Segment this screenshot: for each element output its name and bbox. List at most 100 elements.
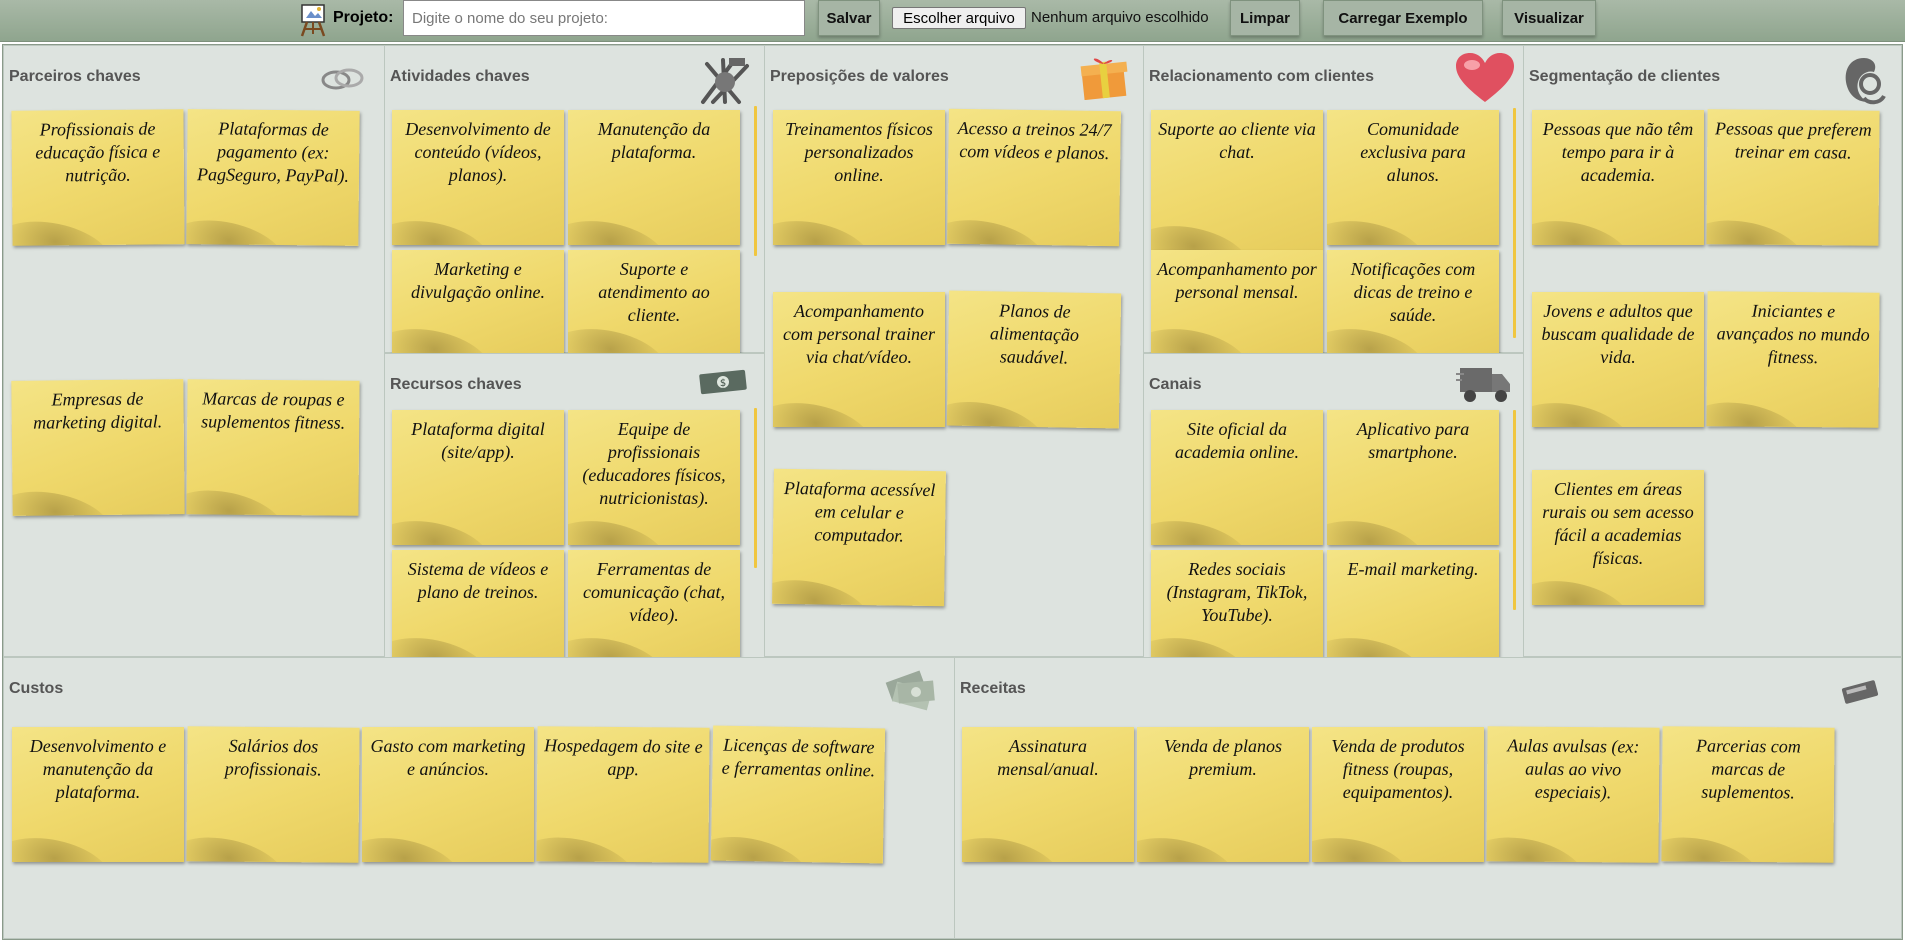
- choose-file-button[interactable]: Escolher arquivo: [892, 7, 1026, 29]
- card-reader-icon: [1839, 676, 1881, 706]
- truck-icon: [1456, 362, 1512, 406]
- business-model-canvas: Parceiros chaves Profissionais de educaç…: [2, 44, 1903, 940]
- sticky-note[interactable]: Suporte e atendimento ao cliente.: [568, 250, 740, 353]
- sticky-note[interactable]: Acompanhamento por personal mensal.: [1151, 250, 1323, 353]
- sticky-note-text: Equipe de profissionais (educadores físi…: [582, 419, 726, 508]
- cash-stack-icon: [882, 668, 940, 716]
- block-customer-relationships: Relacionamento com clientes Suporte ao c…: [1143, 45, 1524, 353]
- sticky-note-text: Planos de alimentação saudável.: [989, 300, 1080, 368]
- sticky-note-text: Pessoas que preferem treinar em casa.: [1715, 118, 1872, 163]
- sticky-note-text: Acompanhamento por personal mensal.: [1157, 259, 1317, 302]
- sticky-note-text: Assinatura mensal/anual.: [997, 736, 1099, 779]
- block-title: Custos: [9, 680, 64, 697]
- file-status-text: Nenhum arquivo escolhido: [1031, 9, 1209, 26]
- svg-text:$: $: [720, 378, 726, 389]
- sticky-note-text: Profissionais de educação física e nutri…: [35, 118, 161, 186]
- sticky-note-text: Ferramentas de comunicação (chat, vídeo)…: [583, 559, 725, 625]
- sticky-note[interactable]: Venda de planos premium.: [1137, 727, 1309, 862]
- sticky-note-text: Licenças de software e ferramentas onlin…: [721, 734, 876, 781]
- save-button[interactable]: Salvar: [818, 0, 880, 36]
- sticky-note-text: Suporte e atendimento ao cliente.: [598, 259, 710, 325]
- sticky-note[interactable]: Assinatura mensal/anual.: [962, 727, 1134, 862]
- sticky-note[interactable]: Notificações com dicas de treino e saúde…: [1327, 250, 1499, 353]
- sticky-note[interactable]: Plataforma acessível em celular e comput…: [772, 468, 946, 607]
- sticky-note-text: Acompanhamento com personal trainer via …: [783, 301, 935, 367]
- block-channels: Canais Site oficial da academia online. …: [1143, 353, 1524, 687]
- sticky-note[interactable]: Suporte ao cliente via chat.: [1151, 110, 1323, 250]
- sticky-note[interactable]: Venda de produtos fitness (roupas, equip…: [1312, 727, 1484, 862]
- sticky-note[interactable]: Iniciantes e avançados no mundo fitness.: [1706, 291, 1880, 428]
- sticky-note-text: Suporte ao cliente via chat.: [1158, 119, 1316, 162]
- sticky-note[interactable]: Gasto com marketing e anúncios.: [362, 727, 534, 862]
- sticky-note[interactable]: Sistema de vídeos e plano de treinos.: [392, 550, 564, 662]
- view-button[interactable]: Visualizar: [1502, 0, 1596, 36]
- clear-button[interactable]: Limpar: [1230, 0, 1300, 36]
- sticky-note-text: Treinamentos físicos personalizados onli…: [785, 119, 933, 185]
- scrollbar[interactable]: [754, 106, 757, 256]
- sticky-note-text: Manutenção da plataforma.: [597, 119, 711, 162]
- sticky-note[interactable]: Plataformas de pagamento (ex: PagSeguro,…: [186, 109, 360, 246]
- sticky-note-text: Pessoas que não têm tempo para ir à acad…: [1542, 119, 1694, 185]
- sticky-note[interactable]: Marcas de roupas e suplementos fitness.: [186, 379, 360, 516]
- sticky-note[interactable]: Ferramentas de comunicação (chat, vídeo)…: [568, 550, 740, 662]
- sticky-note[interactable]: Pessoas que preferem treinar em casa.: [1706, 109, 1880, 246]
- sticky-note[interactable]: Licenças de software e ferramentas onlin…: [710, 725, 886, 864]
- sticky-note[interactable]: Desenvolvimento de conteúdo (vídeos, pla…: [392, 110, 564, 245]
- sticky-note[interactable]: Hospedagem do site e app.: [536, 726, 710, 863]
- mother-child-icon: [1838, 54, 1890, 106]
- sticky-note[interactable]: Aulas avulsas (ex: aulas ao vivo especia…: [1486, 726, 1660, 863]
- sticky-note-text: Empresas de marketing digital.: [33, 388, 163, 433]
- sticky-note[interactable]: Comunidade exclusiva para alunos.: [1327, 110, 1499, 245]
- sticky-note-text: Sistema de vídeos e plano de treinos.: [407, 559, 549, 602]
- scrollbar[interactable]: [1513, 410, 1516, 610]
- sticky-note-text: Plataforma digital (site/app).: [411, 419, 545, 462]
- block-title: Segmentação de clientes: [1529, 68, 1721, 85]
- scrollbar[interactable]: [1513, 108, 1516, 338]
- scrollbar[interactable]: [754, 408, 757, 568]
- sticky-note-text: Acesso a treinos 24/7 com vídeos e plano…: [957, 117, 1112, 164]
- tools-icon: [693, 52, 757, 106]
- sticky-note[interactable]: Empresas de marketing digital.: [11, 379, 185, 516]
- sticky-note[interactable]: Marketing e divulgação online.: [392, 250, 564, 353]
- sticky-note[interactable]: Plataforma digital (site/app).: [392, 410, 564, 545]
- sticky-note[interactable]: Desenvolvimento e manutenção da platafor…: [12, 727, 184, 862]
- sticky-note-text: Comunidade exclusiva para alunos.: [1360, 119, 1466, 185]
- block-title: Parceiros chaves: [9, 68, 141, 85]
- sticky-note[interactable]: Redes sociais (Instagram, TikTok, YouTub…: [1151, 550, 1323, 662]
- sticky-note-text: Venda de planos premium.: [1164, 736, 1282, 779]
- sticky-note-text: Aplicativo para smartphone.: [1356, 419, 1470, 462]
- sticky-note[interactable]: Treinamentos físicos personalizados onli…: [773, 110, 945, 245]
- block-title: Canais: [1149, 376, 1202, 393]
- heart-icon: [1454, 52, 1516, 104]
- project-name-input[interactable]: [403, 0, 805, 36]
- sticky-note[interactable]: E-mail marketing.: [1327, 550, 1499, 662]
- sticky-note[interactable]: Pessoas que não têm tempo para ir à acad…: [1532, 110, 1704, 245]
- sticky-note-text: Gasto com marketing e anúncios.: [370, 736, 526, 779]
- sticky-note[interactable]: Profissionais de educação física e nutri…: [11, 109, 185, 246]
- sticky-note-text: Plataforma acessível em celular e comput…: [783, 477, 936, 546]
- sticky-note[interactable]: Clientes em áreas rurais ou sem acesso f…: [1532, 470, 1704, 605]
- block-customer-segments: Segmentação de clientes Pessoas que não …: [1523, 45, 1902, 657]
- project-label: Projeto:: [333, 9, 394, 26]
- sticky-note-text: Parcerias com marcas de suplementos.: [1695, 735, 1801, 803]
- sticky-note[interactable]: Parcerias com marcas de suplementos.: [1661, 726, 1835, 863]
- sticky-note[interactable]: Acompanhamento com personal trainer via …: [773, 292, 945, 427]
- block-key-resources: Recursos chaves $ Plataforma digital (si…: [384, 353, 765, 687]
- sticky-note-text: Salários dos profissionais.: [224, 735, 322, 780]
- sticky-note[interactable]: Site oficial da academia online.: [1151, 410, 1323, 545]
- sticky-note-text: Clientes em áreas rurais ou sem acesso f…: [1542, 479, 1694, 568]
- sticky-note-text: Jovens e adultos que buscam qualidade de…: [1541, 301, 1695, 367]
- block-title: Relacionamento com clientes: [1149, 68, 1374, 85]
- block-key-activities: Atividades chaves Desenvolvimento de con…: [384, 45, 765, 353]
- sticky-note[interactable]: Manutenção da plataforma.: [568, 110, 740, 245]
- sticky-note[interactable]: Planos de alimentação saudável.: [946, 290, 1122, 429]
- sticky-note[interactable]: Salários dos profissionais.: [186, 726, 360, 863]
- sticky-note[interactable]: Aplicativo para smartphone.: [1327, 410, 1499, 545]
- sticky-note[interactable]: Jovens e adultos que buscam qualidade de…: [1532, 292, 1704, 427]
- sticky-note[interactable]: Equipe de profissionais (educadores físi…: [568, 410, 740, 545]
- toolbar: Projeto: Salvar Escolher arquivo Nenhum …: [0, 0, 1905, 42]
- sticky-note-text: Marcas de roupas e suplementos fitness.: [201, 388, 346, 433]
- sticky-note[interactable]: Acesso a treinos 24/7 com vídeos e plano…: [947, 108, 1121, 247]
- sticky-note-text: Desenvolvimento de conteúdo (vídeos, pla…: [405, 119, 551, 185]
- load-example-button[interactable]: Carregar Exemplo: [1323, 0, 1483, 36]
